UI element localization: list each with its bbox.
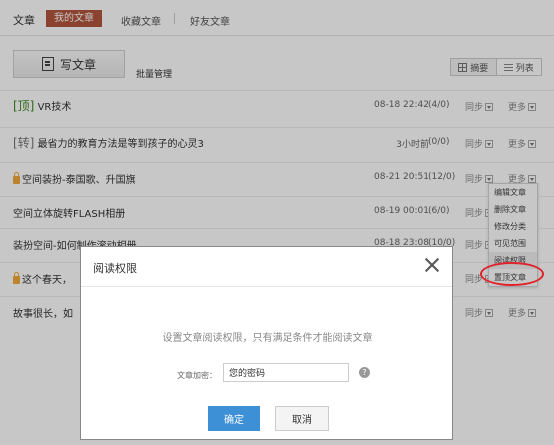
dialog-header: 阅读权限 — [81, 247, 452, 287]
encryption-field-label: 文章加密： — [177, 371, 217, 380]
dialog-title: 阅读权限 — [93, 262, 137, 275]
highlight-ellipse — [480, 262, 544, 286]
help-icon[interactable]: ? — [359, 367, 370, 378]
confirm-button[interactable]: 确定 — [208, 406, 260, 431]
dialog-description: 设置文章阅读权限，只有满足条件才能阅读文章 — [162, 333, 373, 344]
cancel-button[interactable]: 取消 — [275, 406, 329, 431]
close-icon[interactable] — [424, 257, 440, 273]
password-input[interactable] — [223, 363, 349, 382]
read-permission-dialog: 阅读权限 设置文章阅读权限，只有满足条件才能阅读文章 文章加密： ? 确定 取消 — [80, 246, 453, 440]
